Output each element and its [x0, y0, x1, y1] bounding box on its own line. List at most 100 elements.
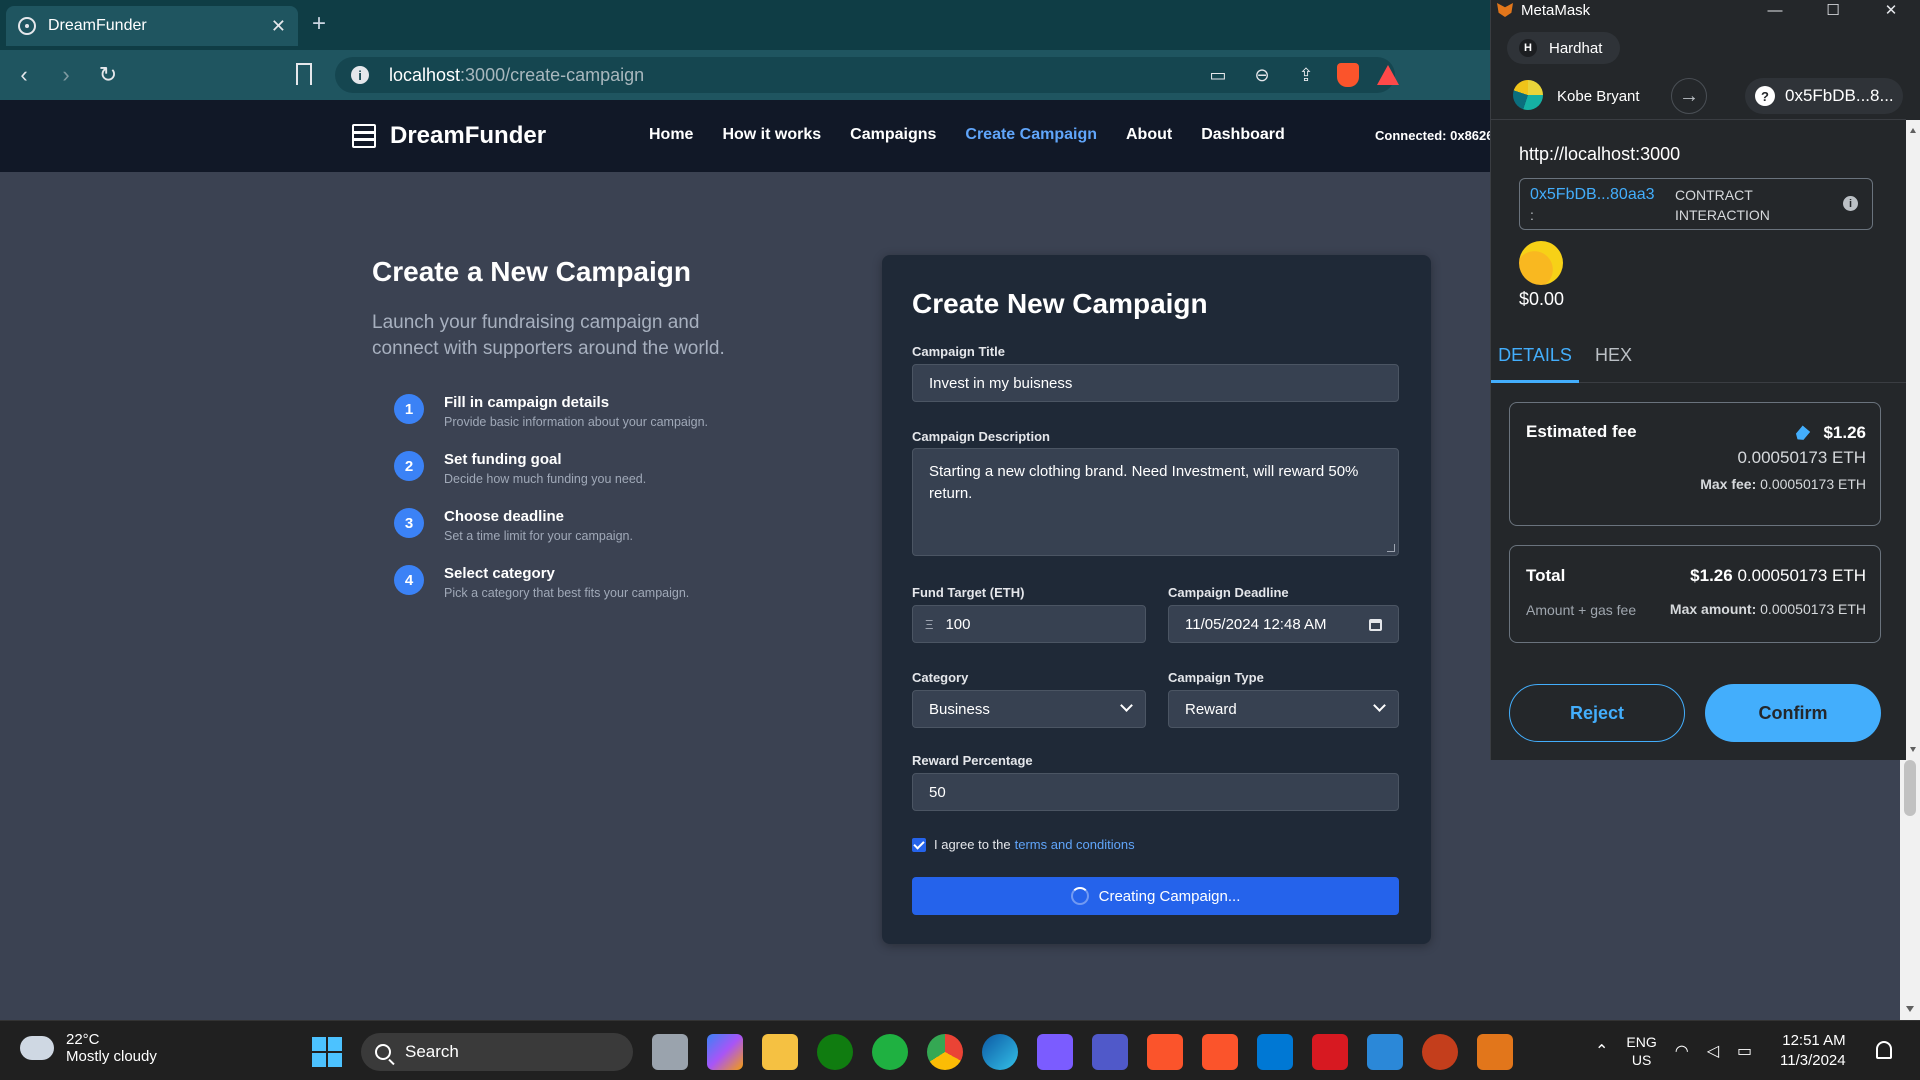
metamask-scrollbar[interactable]: [1906, 120, 1920, 760]
transaction-value: $0.00: [1519, 289, 1565, 309]
nav-how-it-works[interactable]: How it works: [722, 126, 821, 144]
description-label: Campaign Description: [912, 429, 1050, 444]
nav-dashboard[interactable]: Dashboard: [1201, 126, 1285, 144]
fee-usd: $1.26: [1823, 423, 1866, 442]
reject-button[interactable]: Reject: [1509, 684, 1685, 742]
share-icon[interactable]: ⇪: [1293, 62, 1319, 88]
reload-icon[interactable]: ↻: [90, 57, 126, 93]
teams-icon[interactable]: [1092, 1034, 1128, 1070]
bookmark-icon[interactable]: [296, 63, 312, 85]
taskbar-search[interactable]: Search: [361, 1033, 633, 1071]
campaign-title-input[interactable]: Invest in my buisness: [912, 364, 1399, 402]
tab-hex[interactable]: HEX: [1595, 345, 1632, 366]
fund-target-input[interactable]: Ξ 100: [912, 605, 1146, 643]
search-label: Search: [405, 1042, 459, 1061]
close-window-icon[interactable]: ✕: [1862, 0, 1920, 20]
tab-details[interactable]: DETAILS: [1491, 345, 1579, 383]
site-logo[interactable]: DreamFunder: [350, 122, 546, 150]
form-heading: Create New Campaign: [912, 288, 1208, 319]
cast-icon[interactable]: ▭: [1205, 62, 1231, 88]
arrow-right-icon: →: [1671, 78, 1707, 114]
notepad-icon[interactable]: [1367, 1034, 1403, 1070]
fee-eth: 0.00050173 ETH: [1737, 448, 1866, 467]
step-title: Set funding goal: [444, 451, 562, 468]
info-icon[interactable]: i: [1843, 196, 1858, 211]
windows-start-icon[interactable]: [312, 1037, 342, 1067]
fund-target-value: 100: [945, 615, 971, 633]
brave-shields-icon[interactable]: [1337, 63, 1359, 87]
close-tab-icon[interactable]: ✕: [271, 16, 286, 37]
new-tab-icon[interactable]: +: [312, 10, 326, 38]
edit-fee-icon[interactable]: [1794, 425, 1811, 442]
brave-icon[interactable]: [1147, 1034, 1183, 1070]
step-number: 3: [394, 508, 424, 538]
campaign-type-select[interactable]: Reward: [1168, 690, 1399, 728]
eth-coin-icon: [1519, 241, 1563, 285]
edge-icon[interactable]: [982, 1034, 1018, 1070]
nav-home[interactable]: Home: [649, 126, 693, 144]
file-explorer-icon[interactable]: [762, 1034, 798, 1070]
notification-bell-icon[interactable]: [1876, 1041, 1892, 1059]
contract-address-link[interactable]: 0x5FbDB...80aa3: [1530, 186, 1655, 204]
clock[interactable]: 12:51 AM 11/3/2024: [1780, 1031, 1846, 1071]
weather-widget[interactable]: 22°C Mostly cloudy: [16, 1030, 157, 1065]
search-icon: [375, 1044, 391, 1060]
browser-tab[interactable]: DreamFunder ✕: [6, 6, 298, 46]
nav-about[interactable]: About: [1126, 126, 1172, 144]
chrome-icon[interactable]: [927, 1034, 963, 1070]
resize-handle-icon[interactable]: [1387, 544, 1395, 552]
deadline-input[interactable]: 11/05/2024 12:48 AM: [1168, 605, 1399, 643]
campaign-description-textarea[interactable]: Starting a new clothing brand. Need Inve…: [912, 448, 1399, 556]
from-account[interactable]: Kobe Bryant: [1557, 88, 1640, 105]
deadline-label: Campaign Deadline: [1168, 585, 1289, 600]
xbox-icon[interactable]: [817, 1034, 853, 1070]
step-desc: Pick a category that best fits your camp…: [444, 586, 690, 600]
volume-icon[interactable]: ◁: [1707, 1041, 1719, 1061]
campaign-type-value: Reward: [1185, 700, 1237, 718]
create-campaign-form: Create New Campaign Campaign Title Inves…: [882, 255, 1431, 944]
copilot-icon[interactable]: [707, 1034, 743, 1070]
chevron-up-icon[interactable]: ⌃: [1595, 1041, 1608, 1061]
step-desc: Set a time limit for your campaign.: [444, 529, 633, 543]
brave-dev-icon[interactable]: [1202, 1034, 1238, 1070]
maximize-icon[interactable]: ☐: [1804, 0, 1862, 20]
brave-rewards-icon[interactable]: [1377, 65, 1399, 85]
category-label: Category: [912, 670, 969, 685]
main-nav: Home How it works Campaigns Create Campa…: [649, 126, 1285, 144]
language-indicator[interactable]: ENG US: [1626, 1033, 1656, 1069]
wifi-icon[interactable]: ◠: [1675, 1041, 1689, 1061]
nav-create-campaign[interactable]: Create Campaign: [965, 126, 1097, 144]
page-scrollbar[interactable]: [1900, 760, 1920, 1020]
back-icon[interactable]: ‹: [6, 57, 42, 93]
terms-checkbox[interactable]: [912, 837, 926, 852]
scrollbar-thumb[interactable]: [1904, 760, 1916, 816]
vscode-icon[interactable]: [1257, 1034, 1293, 1070]
network-selector[interactable]: H Hardhat: [1507, 32, 1621, 64]
gamepass-icon[interactable]: [872, 1034, 908, 1070]
category-select[interactable]: Business: [912, 690, 1146, 728]
metamask-taskbar-icon[interactable]: [1477, 1034, 1513, 1070]
clock-date: 11/3/2024: [1780, 1052, 1846, 1069]
zoom-icon[interactable]: ⊖: [1249, 62, 1275, 88]
campaign-description-value: Starting a new clothing brand. Need Inve…: [929, 463, 1359, 502]
metamask-popup: MetaMask — ☐ ✕ H Hardhat Kobe Bryant → ?…: [1490, 0, 1920, 760]
to-address[interactable]: ? 0x5FbDB...8...: [1745, 78, 1903, 114]
proton-icon[interactable]: [1037, 1034, 1073, 1070]
site-info-icon[interactable]: i: [351, 66, 369, 84]
confirm-button[interactable]: Confirm: [1705, 684, 1881, 742]
battery-icon[interactable]: ▭: [1737, 1041, 1752, 1061]
calendar-icon[interactable]: [1369, 619, 1382, 631]
reward-percentage-input[interactable]: 50: [912, 773, 1399, 811]
step-title: Fill in campaign details: [444, 394, 610, 411]
create-campaign-button[interactable]: Creating Campaign...: [912, 877, 1399, 915]
task-view-icon[interactable]: [652, 1034, 688, 1070]
steps-list: 1 Fill in campaign details Provide basic …: [394, 394, 708, 622]
powerpoint-icon[interactable]: [1422, 1034, 1458, 1070]
forward-icon[interactable]: ›: [48, 57, 84, 93]
minimize-icon[interactable]: —: [1746, 0, 1804, 20]
terms-link[interactable]: terms and conditions: [1015, 837, 1135, 852]
unknown-address-icon: ?: [1755, 86, 1775, 106]
nav-campaigns[interactable]: Campaigns: [850, 126, 936, 144]
total-subtext: Amount + gas fee: [1526, 602, 1637, 618]
acrobat-icon[interactable]: [1312, 1034, 1348, 1070]
